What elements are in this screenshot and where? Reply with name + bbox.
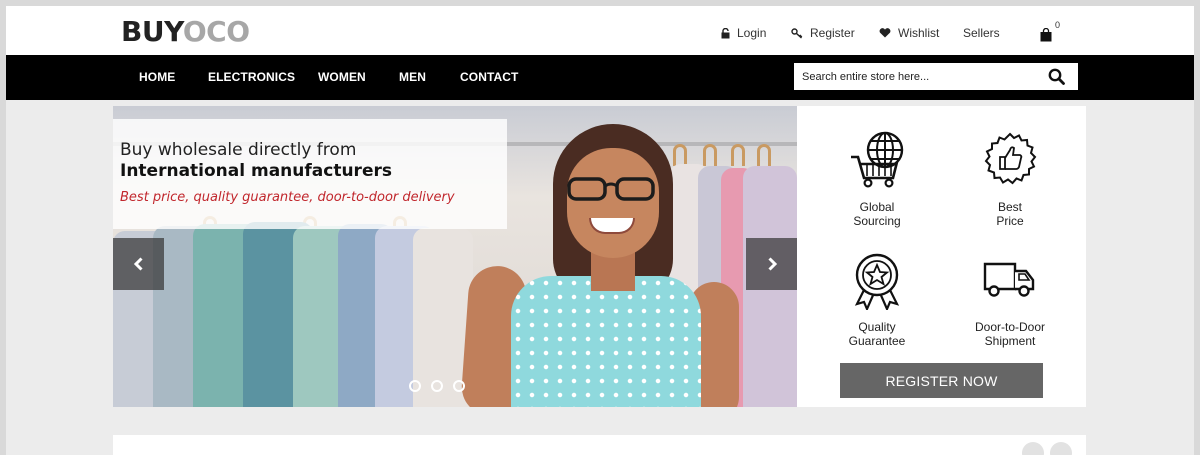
login-link[interactable]: Login bbox=[721, 25, 766, 41]
feature-label-line2: Guarantee bbox=[848, 334, 906, 348]
hero-headline-line1: Buy wholesale directly from bbox=[120, 140, 357, 160]
page-frame: BUYOCO Login Register Wishlist Sellers 0… bbox=[6, 6, 1194, 455]
features-panel: Global Sourcing Best Price Quality Guara… bbox=[797, 106, 1086, 407]
feature-global-sourcing: Global Sourcing bbox=[817, 200, 937, 228]
nav-women[interactable]: WOMEN bbox=[318, 70, 366, 84]
search-icon[interactable] bbox=[1048, 68, 1065, 85]
slider-next-button[interactable] bbox=[746, 238, 797, 290]
shopping-bag-icon bbox=[1040, 27, 1052, 42]
logo-part-oco: OCO bbox=[182, 15, 250, 48]
slider-dots bbox=[409, 380, 465, 392]
feature-label-line2: Sourcing bbox=[853, 214, 901, 228]
nav-electronics[interactable]: ELECTRONICS bbox=[208, 70, 295, 84]
site-logo[interactable]: BUYOCO bbox=[121, 15, 250, 49]
hero-slider: Buy wholesale directly from Internationa… bbox=[113, 106, 797, 407]
lock-icon bbox=[721, 27, 730, 38]
login-label: Login bbox=[737, 26, 767, 40]
nav-contact[interactable]: CONTACT bbox=[460, 70, 518, 84]
award-ribbon-icon bbox=[854, 253, 900, 310]
slider-dot-2[interactable] bbox=[431, 380, 443, 392]
globe-cart-icon bbox=[851, 131, 904, 188]
hero-headline-line2: International manufacturers bbox=[120, 161, 392, 181]
cart-button[interactable] bbox=[1040, 27, 1052, 47]
register-link[interactable]: Register bbox=[791, 25, 855, 41]
thumbs-up-badge-icon bbox=[984, 132, 1037, 185]
logo-part-buy: BUY bbox=[121, 15, 183, 48]
search-input[interactable] bbox=[802, 68, 1042, 85]
wishlist-link[interactable]: Wishlist bbox=[879, 25, 939, 41]
register-now-button[interactable]: REGISTER NOW bbox=[840, 363, 1043, 398]
feature-door-to-door: Door-to-Door Shipment bbox=[950, 320, 1070, 348]
feature-label-line1: Best bbox=[997, 200, 1022, 214]
slider-prev-button[interactable] bbox=[113, 238, 164, 290]
chevron-right-icon bbox=[767, 257, 777, 271]
feature-quality-guarantee: Quality Guarantee bbox=[817, 320, 937, 348]
wishlist-label: Wishlist bbox=[898, 26, 940, 40]
content-card bbox=[113, 435, 1086, 455]
sellers-label: Sellers bbox=[963, 26, 1000, 40]
main-nav: HOME ELECTRONICS WOMEN MEN CONTACT bbox=[6, 55, 1194, 100]
site-header: BUYOCO Login Register Wishlist Sellers 0 bbox=[6, 6, 1194, 55]
truck-icon bbox=[983, 262, 1035, 297]
cart-count-badge: 0 bbox=[1055, 20, 1061, 30]
feature-best-price: Best Price bbox=[950, 200, 1070, 228]
slider-dot-3[interactable] bbox=[453, 380, 465, 392]
sellers-link[interactable]: Sellers bbox=[963, 25, 1000, 41]
feature-label-line2: Shipment bbox=[984, 334, 1036, 348]
feature-label-line1: Global bbox=[859, 200, 895, 214]
register-label: Register bbox=[810, 26, 855, 40]
key-icon bbox=[791, 27, 803, 39]
feature-label-line2: Price bbox=[996, 214, 1024, 228]
hero-tagline: Best price, quality guarantee, door-to-d… bbox=[120, 190, 455, 205]
search-box bbox=[794, 63, 1078, 90]
heart-icon bbox=[879, 28, 891, 38]
nav-men[interactable]: MEN bbox=[399, 70, 426, 84]
nav-home[interactable]: HOME bbox=[139, 70, 175, 84]
feature-label-line1: Door-to-Door bbox=[974, 320, 1046, 334]
chevron-left-icon bbox=[133, 257, 143, 271]
feature-label-line1: Quality bbox=[858, 320, 896, 334]
slider-dot-1[interactable] bbox=[409, 380, 421, 392]
